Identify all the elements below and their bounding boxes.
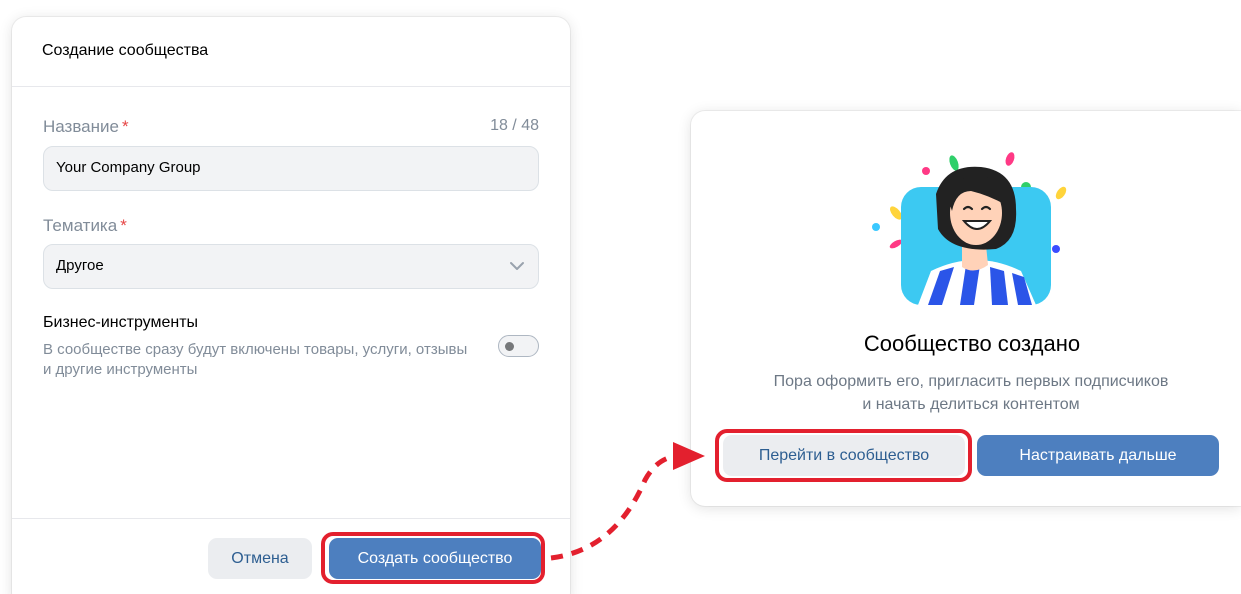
business-tools-toggle[interactable] bbox=[498, 335, 539, 357]
name-input-value: Your Company Group bbox=[56, 159, 201, 176]
go-button-highlight bbox=[715, 429, 972, 482]
name-input[interactable]: Your Company Group bbox=[43, 146, 539, 191]
success-description: Пора оформить его, пригласить первых под… bbox=[751, 370, 1191, 416]
topic-label-text: Тематика bbox=[43, 216, 118, 235]
topic-label: Тематика * bbox=[43, 216, 127, 236]
business-tools-title: Бизнес-инструменты bbox=[43, 314, 199, 331]
chevron-down-icon bbox=[510, 262, 524, 270]
dialog-title: Создание сообщества bbox=[12, 17, 570, 87]
celebration-illustration bbox=[872, 152, 1067, 305]
topic-select[interactable]: Другое bbox=[43, 244, 539, 289]
business-tools-description: В сообществе сразу будут включены товары… bbox=[43, 341, 468, 378]
create-button-highlight bbox=[321, 532, 545, 584]
footer-divider bbox=[12, 518, 570, 519]
dashed-arrow-icon bbox=[550, 442, 705, 561]
success-description-line-1: Пора оформить его, пригласить первых под… bbox=[773, 373, 1169, 390]
required-mark: * bbox=[120, 216, 127, 235]
required-mark: * bbox=[121, 117, 129, 136]
name-char-counter: 18 / 48 bbox=[490, 117, 539, 134]
name-label-text: Название bbox=[43, 117, 119, 136]
continue-setup-button[interactable]: Настраивать дальше bbox=[977, 435, 1219, 476]
success-description-line-2: и начать делиться контентом bbox=[862, 396, 1080, 413]
topic-select-value: Другое bbox=[56, 257, 104, 274]
toggle-knob bbox=[505, 341, 514, 351]
success-title: Сообщество создано bbox=[863, 331, 1081, 356]
name-label: Название * bbox=[43, 117, 129, 137]
cancel-button[interactable]: Отмена bbox=[208, 538, 312, 579]
create-community-dialog: Создание сообщества Название * 18 / 48 Yo… bbox=[12, 17, 570, 594]
